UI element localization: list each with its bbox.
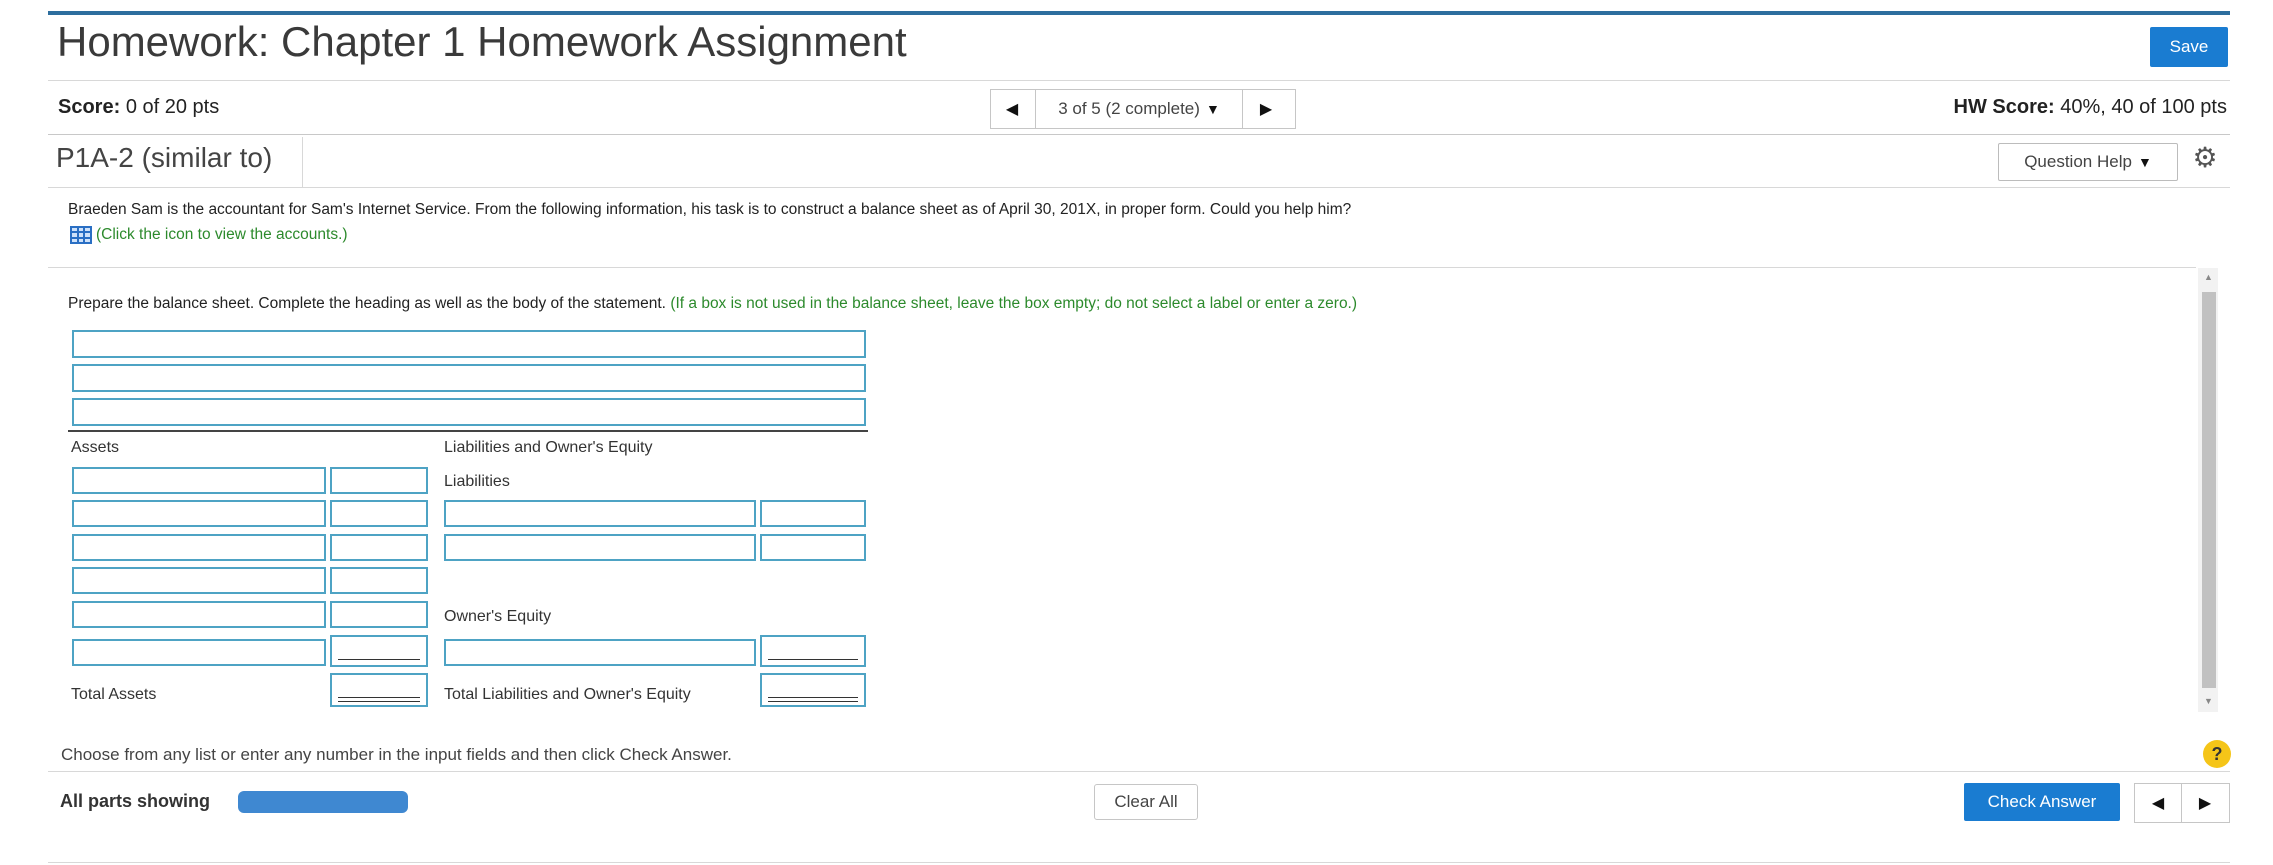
scroll-up-icon[interactable]: ▲ [2204,272,2213,282]
liability-account-select[interactable] [444,534,756,561]
total-assets-input[interactable] [330,673,428,707]
instruction-note: (If a box is not used in the balance she… [670,295,1358,312]
liabilities-owners-equity-label: Liabilities and Owner's Equity [444,439,653,456]
asset-amount-input[interactable] [330,500,428,527]
total-liabilities-equity-label: Total Liabilities and Owner's Equity [444,686,691,703]
double-underline [768,697,858,698]
liabilities-label: Liabilities [444,473,510,490]
question-title: P1A-2 (similar to) [56,142,273,173]
gear-icon[interactable]: ⚙ [2190,143,2220,173]
question-help-button[interactable]: Question Help ▼ [1998,143,2178,181]
bottom-question-navigator: ◀ ▶ [2134,783,2230,823]
scroll-down-icon[interactable]: ▼ [2204,696,2213,706]
question-intro-text: Braeden Sam is the accountant for Sam's … [68,201,1352,218]
save-button[interactable]: Save [2150,27,2228,67]
underline [338,659,420,660]
view-accounts-label[interactable]: (Click the icon to view the accounts.) [96,226,348,244]
divider [48,862,2230,863]
question-position-dropdown[interactable]: 3 of 5 (2 complete) ▼ [1035,90,1243,128]
equity-account-select[interactable] [444,639,756,666]
asset-amount-input[interactable] [330,534,428,561]
help-icon[interactable]: ? [2203,740,2231,768]
divider [302,137,303,187]
liability-amount-input[interactable] [760,534,866,561]
asset-amount-input[interactable] [330,567,428,594]
asset-account-select[interactable] [72,601,326,628]
all-parts-label: All parts showing [60,791,211,811]
instruction-text: Prepare the balance sheet. Complete the … [68,295,1357,313]
heading-input-company[interactable] [72,330,866,358]
asset-amount-input[interactable] [330,635,428,667]
triangle-left-icon: ◀ [2151,795,2165,812]
instruction-main: Prepare the balance sheet. Complete the … [68,295,666,312]
prev-question-button[interactable]: ◀ [2135,784,2182,822]
liability-account-select[interactable] [444,500,756,527]
owners-equity-label: Owner's Equity [444,608,552,625]
score-label: Score: [58,96,121,118]
hw-score-label: HW Score: [1953,96,2055,118]
next-question-button[interactable]: ▶ [2182,784,2228,822]
prev-question-button[interactable]: ◀ [991,90,1033,128]
asset-account-select[interactable] [72,567,326,594]
assets-label: Assets [71,439,120,456]
next-question-button[interactable]: ▶ [1245,90,1287,128]
hw-score-display: HW Score: 40%, 40 of 100 pts [1954,96,2227,119]
question-help-label: Question Help [2024,152,2132,171]
page-title: Homework: Chapter 1 Homework Assignment [57,18,907,65]
progress-bar [238,791,408,813]
asset-account-select[interactable] [72,467,326,494]
triangle-right-icon: ▶ [2198,795,2212,812]
double-underline [338,701,420,702]
view-accounts-link[interactable]: (Click the icon to view the accounts.) [70,226,348,244]
question-position-label: 3 of 5 (2 complete) [1058,99,1200,118]
asset-account-select[interactable] [72,500,326,527]
top-accent-bar [48,11,2230,15]
asset-account-select[interactable] [72,639,326,666]
instructions-footer-text: Choose from any list or enter any number… [61,745,732,764]
scrollbar-thumb[interactable] [2202,292,2216,688]
heading-input-title[interactable] [72,364,866,392]
caret-down-icon: ▼ [1205,101,1220,117]
caret-down-icon: ▼ [2137,154,2152,170]
table-icon[interactable] [70,226,92,244]
clear-all-button[interactable]: Clear All [1094,784,1198,820]
hw-score-value: 40%, 40 of 100 pts [2060,96,2227,118]
double-underline [338,697,420,698]
divider [48,134,2230,135]
heading-rule [68,430,868,432]
double-underline [768,701,858,702]
divider [48,771,2230,772]
heading-input-date[interactable] [72,398,866,426]
underline [768,659,858,660]
asset-amount-input[interactable] [330,601,428,628]
triangle-left-icon: ◀ [1005,101,1019,118]
divider [48,187,2230,188]
equity-amount-input[interactable] [760,635,866,667]
divider [48,80,2230,81]
triangle-right-icon: ▶ [1259,101,1273,118]
asset-amount-input[interactable] [330,467,428,494]
check-answer-button[interactable]: Check Answer [1964,783,2120,821]
question-navigator: ◀ 3 of 5 (2 complete) ▼ ▶ [990,89,1296,129]
liability-amount-input[interactable] [760,500,866,527]
score-display: Score: 0 of 20 pts [58,96,219,119]
score-value: 0 of 20 pts [125,96,220,118]
asset-account-select[interactable] [72,534,326,561]
total-assets-label: Total Assets [71,686,157,703]
total-liabilities-equity-input[interactable] [760,673,866,707]
divider [48,267,2196,268]
